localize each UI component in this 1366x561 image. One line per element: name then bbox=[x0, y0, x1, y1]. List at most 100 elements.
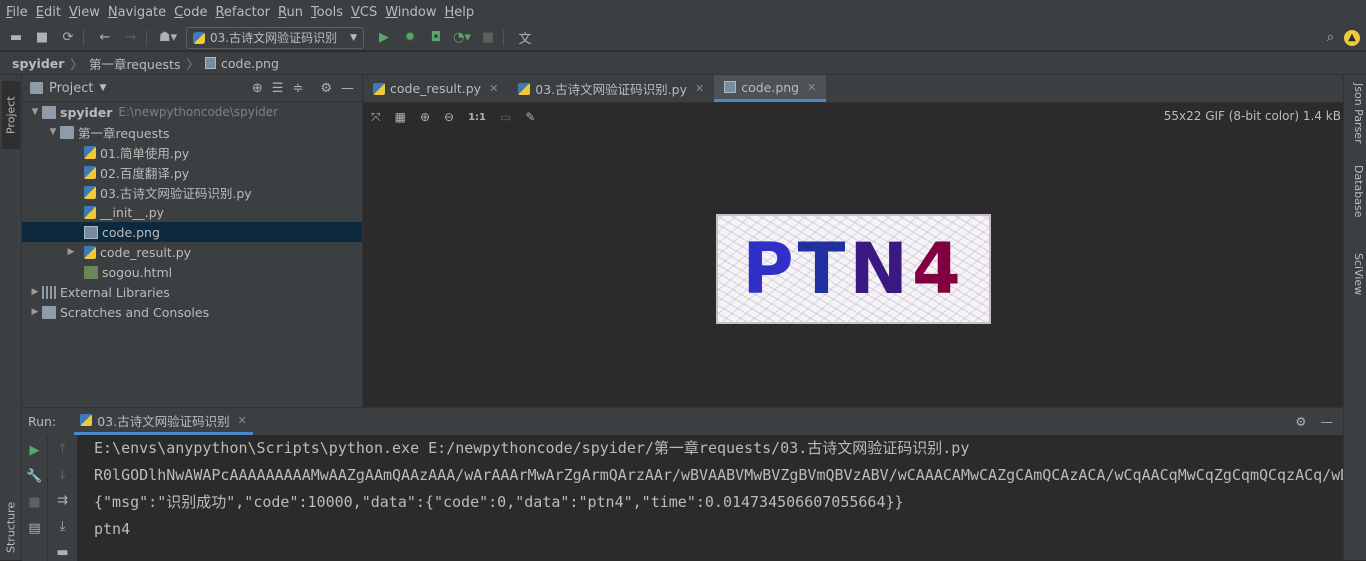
menu-window[interactable]: Window bbox=[381, 5, 440, 20]
tab-code-result[interactable]: code_result.py ✕ bbox=[363, 75, 508, 102]
image-info: 55x22 GIF (8-bit color) 1.4 kB bbox=[1163, 109, 1341, 123]
image-file-icon bbox=[84, 225, 98, 239]
file-name: 01.简单使用.py bbox=[100, 145, 190, 161]
menu-vcs[interactable]: VCS bbox=[347, 5, 381, 20]
menu-edit[interactable]: Edit bbox=[32, 5, 65, 20]
run-icon[interactable]: ▶ bbox=[374, 28, 394, 48]
file-name: __init__.py bbox=[100, 204, 165, 220]
console-output[interactable]: E:\envs\anypython\Scripts\python.exe E:/… bbox=[94, 435, 1343, 543]
expand-all-icon[interactable]: ☰ bbox=[272, 81, 284, 96]
search-icon[interactable]: ⌕ bbox=[1327, 30, 1334, 45]
collapse-all-icon[interactable]: ≑ bbox=[292, 81, 303, 96]
forward-icon[interactable]: → bbox=[121, 28, 141, 48]
hide-icon[interactable]: — bbox=[1321, 414, 1334, 429]
background-icon[interactable]: ▭ bbox=[500, 110, 511, 124]
tab-sciview[interactable]: SciView bbox=[1347, 253, 1365, 295]
down-arrow-icon[interactable]: ↓ bbox=[57, 467, 68, 485]
menu-view[interactable]: View bbox=[65, 5, 104, 20]
gear-icon[interactable]: ⚙ bbox=[320, 81, 332, 96]
menu-refactor[interactable]: Refactor bbox=[211, 5, 274, 20]
wrench-icon[interactable]: 🔧 bbox=[26, 467, 42, 485]
breadcrumb: spyider 〉 第一章requests 〉 code.png bbox=[0, 52, 1366, 75]
tab-json-parser[interactable]: Json Parser bbox=[1347, 83, 1365, 144]
print-icon[interactable]: ▬ bbox=[56, 543, 68, 561]
back-icon[interactable]: ← bbox=[95, 28, 115, 48]
breadcrumb-root[interactable]: spyider bbox=[12, 56, 64, 71]
tab-project[interactable]: Project bbox=[2, 81, 20, 149]
scroll-to-end-icon[interactable]: ⤓ bbox=[60, 518, 66, 536]
chevron-down-icon[interactable]: ▼ bbox=[28, 107, 42, 117]
python-file-icon bbox=[193, 31, 205, 44]
run-configuration-select[interactable]: 03.古诗文网验证码识别 ▼ bbox=[186, 26, 364, 49]
close-icon[interactable]: ✕ bbox=[695, 82, 704, 95]
tab-database[interactable]: Database bbox=[1347, 165, 1365, 218]
folder-name: 第一章requests bbox=[78, 125, 170, 141]
tab-captcha-script[interactable]: 03.古诗文网验证码识别.py ✕ bbox=[508, 75, 714, 102]
menu-help[interactable]: Help bbox=[441, 5, 479, 20]
tree-item-scratches[interactable]: ▶ Scratches and Consoles bbox=[22, 302, 362, 322]
up-arrow-icon[interactable]: ↑ bbox=[57, 441, 68, 459]
chevron-right-icon[interactable]: ▶ bbox=[28, 307, 42, 317]
tab-label: code.png bbox=[741, 79, 800, 95]
actual-size-button[interactable]: 1:1 bbox=[468, 112, 486, 123]
python-file-icon bbox=[80, 414, 93, 426]
tree-item-folder[interactable]: ▼ 第一章requests bbox=[22, 122, 362, 142]
tab-structure[interactable]: Structure bbox=[2, 495, 20, 559]
tree-item-external-libraries[interactable]: ▶ External Libraries bbox=[22, 282, 362, 302]
gear-icon[interactable]: ⚙ bbox=[1295, 414, 1306, 429]
tree-item-file-selected[interactable]: code.png bbox=[22, 222, 362, 242]
tree-item-file[interactable]: __init__.py bbox=[22, 202, 362, 222]
file-name: sogou.html bbox=[102, 264, 173, 280]
file-name: 02.百度翻译.py bbox=[100, 165, 190, 181]
layout-icon[interactable]: ▤ bbox=[28, 519, 40, 537]
hide-icon[interactable]: — bbox=[341, 81, 354, 96]
profile-icon[interactable]: ◔▾ bbox=[452, 28, 472, 48]
tree-item-file[interactable]: 03.古诗文网验证码识别.py bbox=[22, 182, 362, 202]
menu-file[interactable]: File bbox=[2, 5, 32, 20]
grid-icon[interactable]: ▦ bbox=[395, 110, 406, 124]
zoom-out-icon[interactable]: ⊖ bbox=[444, 110, 454, 124]
color-picker-icon[interactable]: ✎ bbox=[525, 110, 535, 124]
coverage-icon[interactable]: ◘ bbox=[426, 28, 446, 48]
close-icon[interactable]: ✕ bbox=[807, 81, 816, 94]
chevron-right-icon[interactable]: ▶ bbox=[28, 287, 42, 297]
close-icon[interactable]: ✕ bbox=[238, 414, 247, 427]
chevron-right-icon[interactable]: ▶ bbox=[64, 247, 78, 257]
stop-icon[interactable]: ■ bbox=[478, 28, 498, 48]
captcha-letter: T bbox=[797, 228, 850, 310]
user-icon[interactable]: ☗▾ bbox=[158, 28, 178, 48]
soft-wrap-icon[interactable]: ⇉ bbox=[57, 492, 68, 510]
project-tree: ▼ spyider E:\newpythoncode\spyider ▼ 第一章… bbox=[22, 102, 362, 322]
menu-code[interactable]: Code bbox=[170, 5, 211, 20]
tree-item-file[interactable]: 02.百度翻译.py bbox=[22, 162, 362, 182]
save-icon[interactable]: ■ bbox=[32, 28, 52, 48]
tab-code-png[interactable]: code.png ✕ bbox=[714, 75, 827, 102]
chevron-down-icon[interactable]: ▼ bbox=[46, 127, 60, 137]
breadcrumb-file[interactable]: code.png bbox=[221, 56, 279, 71]
menu-run[interactable]: Run bbox=[274, 5, 307, 20]
open-folder-icon[interactable]: ▬ bbox=[6, 28, 26, 48]
chevron-down-icon[interactable]: ▼ bbox=[99, 83, 106, 93]
stop-icon[interactable]: ■ bbox=[28, 493, 40, 511]
breadcrumb-folder[interactable]: 第一章requests bbox=[89, 54, 181, 73]
tree-item-file[interactable]: sogou.html bbox=[22, 262, 362, 282]
chevron-right-icon: 〉 bbox=[70, 56, 83, 72]
debug-icon[interactable]: ✹ bbox=[400, 28, 420, 48]
translate-icon[interactable]: 文 bbox=[515, 28, 535, 48]
update-icon[interactable]: ▲ bbox=[1344, 29, 1360, 46]
menu-tools[interactable]: Tools bbox=[307, 5, 347, 20]
zoom-in-icon[interactable]: ⊕ bbox=[420, 110, 430, 124]
close-icon[interactable]: ✕ bbox=[489, 82, 498, 95]
tree-item-file[interactable]: ▶ code_result.py bbox=[22, 242, 362, 262]
chevron-right-icon: 〉 bbox=[186, 56, 199, 72]
project-title[interactable]: Project bbox=[49, 81, 93, 96]
locate-icon[interactable]: ⊕ bbox=[252, 81, 263, 96]
editor-area: code_result.py ✕ 03.古诗文网验证码识别.py ✕ code.… bbox=[363, 75, 1343, 407]
sync-icon[interactable]: ⟳ bbox=[58, 28, 78, 48]
menu-navigate[interactable]: Navigate bbox=[104, 5, 170, 20]
fit-zoom-icon[interactable]: ⤧ bbox=[371, 110, 381, 125]
rerun-icon[interactable]: ▶ bbox=[30, 441, 40, 459]
tree-item-root[interactable]: ▼ spyider E:\newpythoncode\spyider bbox=[22, 102, 362, 122]
tree-item-file[interactable]: 01.简单使用.py bbox=[22, 142, 362, 162]
run-tab[interactable]: 03.古诗文网验证码识别 ✕ bbox=[74, 408, 253, 435]
